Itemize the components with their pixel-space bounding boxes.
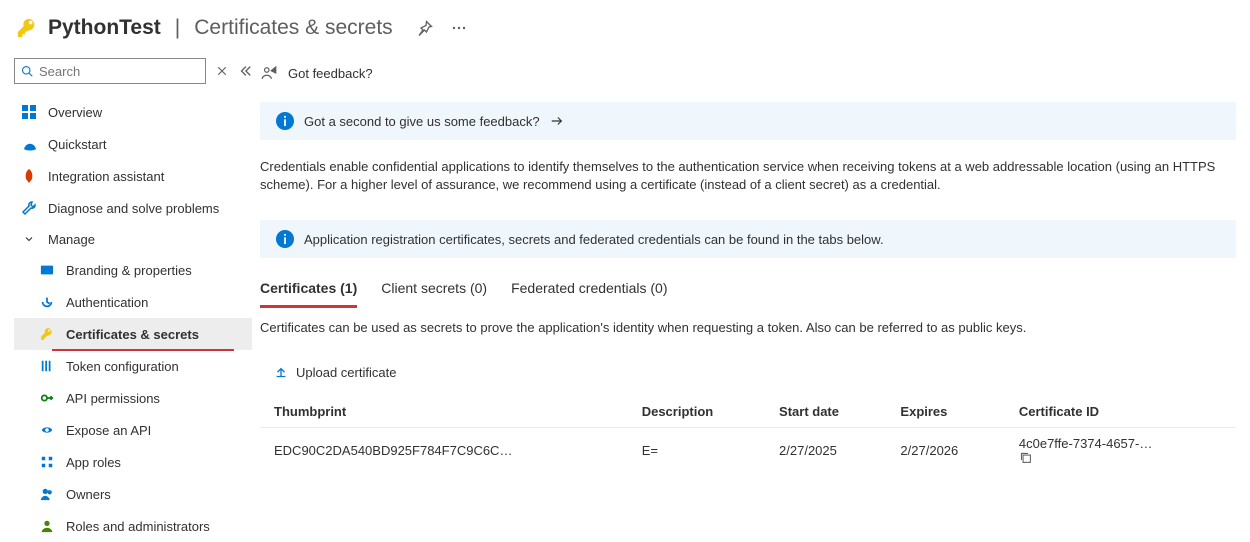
manage-label: Manage bbox=[48, 232, 95, 247]
cell-expires: 2/27/2026 bbox=[886, 428, 1004, 473]
main: Got feedback? Got a second to give us so… bbox=[260, 58, 1250, 542]
overview-icon bbox=[20, 103, 38, 121]
arrow-right-icon bbox=[550, 114, 564, 128]
got-feedback-button[interactable]: Got feedback? bbox=[260, 58, 1236, 102]
search-input-wrapper[interactable] bbox=[14, 58, 206, 84]
page-name: Certificates & secrets bbox=[194, 16, 392, 40]
key-icon bbox=[16, 17, 38, 39]
info-icon bbox=[276, 112, 294, 130]
sidebar-item-token-configuration[interactable]: Token configuration bbox=[14, 350, 252, 382]
cell-certid: 4c0e7ffe-7374-4657-… bbox=[1005, 428, 1236, 473]
more-icon[interactable] bbox=[447, 16, 471, 40]
pin-icon[interactable] bbox=[413, 16, 437, 40]
tabs-info-text: Application registration certificates, s… bbox=[304, 232, 884, 247]
admins-icon bbox=[38, 517, 56, 535]
cell-start: 2/27/2025 bbox=[765, 428, 886, 473]
column-header: Certificate ID bbox=[1005, 396, 1236, 428]
column-header: Start date bbox=[765, 396, 886, 428]
sidebar-item-label: Integration assistant bbox=[48, 169, 164, 184]
collapse-icon[interactable] bbox=[238, 64, 252, 78]
column-header: Thumbprint bbox=[260, 396, 628, 428]
sidebar-item-label: Overview bbox=[48, 105, 102, 120]
table-row[interactable]: EDC90C2DA540BD925F784F7C9C6C…E=2/27/2025… bbox=[260, 428, 1236, 473]
upload-label: Upload certificate bbox=[296, 365, 396, 380]
tabs-info-banner: Application registration certificates, s… bbox=[260, 220, 1236, 258]
cell-thumbprint: EDC90C2DA540BD925F784F7C9C6C… bbox=[260, 428, 628, 473]
column-header: Expires bbox=[886, 396, 1004, 428]
sidebar-item-expose-an-api[interactable]: Expose an API bbox=[14, 414, 252, 446]
sidebar-item-label: Owners bbox=[66, 487, 111, 502]
credentials-description: Credentials enable confidential applicat… bbox=[260, 158, 1236, 194]
sidebar-item-label: Quickstart bbox=[48, 137, 107, 152]
sidebar-item-label: Expose an API bbox=[66, 423, 151, 438]
token-icon bbox=[38, 357, 56, 375]
tab-federated-credentials-[interactable]: Federated credentials (0) bbox=[511, 276, 667, 300]
key-icon bbox=[38, 325, 56, 343]
upload-certificate-button[interactable]: Upload certificate bbox=[274, 361, 396, 384]
wrench-icon bbox=[20, 199, 38, 217]
sidebar-item-branding-properties[interactable]: Branding & properties bbox=[14, 254, 252, 286]
sidebar-item-quickstart[interactable]: Quickstart bbox=[14, 128, 252, 160]
roles-icon bbox=[38, 453, 56, 471]
search-icon bbox=[21, 65, 33, 77]
tab-client-secrets-[interactable]: Client secrets (0) bbox=[381, 276, 487, 300]
clear-icon[interactable] bbox=[216, 65, 228, 77]
feedback-label: Got feedback? bbox=[288, 66, 373, 81]
owners-icon bbox=[38, 485, 56, 503]
upload-icon bbox=[274, 366, 288, 380]
sidebar-item-label: App roles bbox=[66, 455, 121, 470]
sidebar-item-diagnose-and-solve-problems[interactable]: Diagnose and solve problems bbox=[14, 192, 252, 224]
feedback-banner[interactable]: Got a second to give us some feedback? bbox=[260, 102, 1236, 140]
certificates-table: ThumbprintDescriptionStart dateExpiresCe… bbox=[260, 396, 1236, 472]
feedback-banner-text: Got a second to give us some feedback? bbox=[304, 114, 540, 129]
sidebar-item-app-roles[interactable]: App roles bbox=[14, 446, 252, 478]
sidebar: Overview Quickstart Integration assistant D… bbox=[0, 58, 260, 542]
page-header: PythonTest | Certificates & secrets bbox=[0, 0, 1250, 58]
sidebar-item-label: Diagnose and solve problems bbox=[48, 201, 219, 216]
sidebar-item-label: Token configuration bbox=[66, 359, 179, 374]
sidebar-item-label: Roles and administrators bbox=[66, 519, 210, 534]
sidebar-item-label: API permissions bbox=[66, 391, 160, 406]
sidebar-item-label: Certificates & secrets bbox=[66, 327, 199, 342]
branding-icon bbox=[38, 261, 56, 279]
sidebar-item-integration-assistant[interactable]: Integration assistant bbox=[14, 160, 252, 192]
cell-description: E= bbox=[628, 428, 765, 473]
sidebar-item-roles-and-administrators[interactable]: Roles and administrators bbox=[14, 510, 252, 542]
sidebar-item-api-permissions[interactable]: API permissions bbox=[14, 382, 252, 414]
sidebar-item-authentication[interactable]: Authentication bbox=[14, 286, 252, 318]
tabs: Certificates (1) Client secrets (0) Federa… bbox=[260, 276, 1236, 300]
quickstart-icon bbox=[20, 135, 38, 153]
feedback-icon bbox=[260, 64, 278, 82]
column-header: Description bbox=[628, 396, 765, 428]
sidebar-item-label: Authentication bbox=[66, 295, 148, 310]
app-name: PythonTest bbox=[48, 16, 161, 40]
sidebar-item-owners[interactable]: Owners bbox=[14, 478, 252, 510]
title-separator: | bbox=[175, 16, 180, 40]
sidebar-item-label: Branding & properties bbox=[66, 263, 192, 278]
search-input[interactable] bbox=[39, 64, 199, 79]
sidebar-item-certificates-secrets[interactable]: Certificates & secrets bbox=[14, 318, 252, 350]
tab-certificates-[interactable]: Certificates (1) bbox=[260, 276, 357, 300]
manage-group[interactable]: Manage bbox=[14, 224, 252, 254]
api-icon bbox=[38, 389, 56, 407]
certificates-tab-description: Certificates can be used as secrets to p… bbox=[260, 320, 1236, 335]
chevron-down-icon bbox=[20, 230, 38, 248]
copy-icon[interactable] bbox=[1019, 451, 1222, 464]
rocket-icon bbox=[20, 167, 38, 185]
auth-icon bbox=[38, 293, 56, 311]
expose-icon bbox=[38, 421, 56, 439]
sidebar-item-overview[interactable]: Overview bbox=[14, 96, 252, 128]
info-icon bbox=[276, 230, 294, 248]
